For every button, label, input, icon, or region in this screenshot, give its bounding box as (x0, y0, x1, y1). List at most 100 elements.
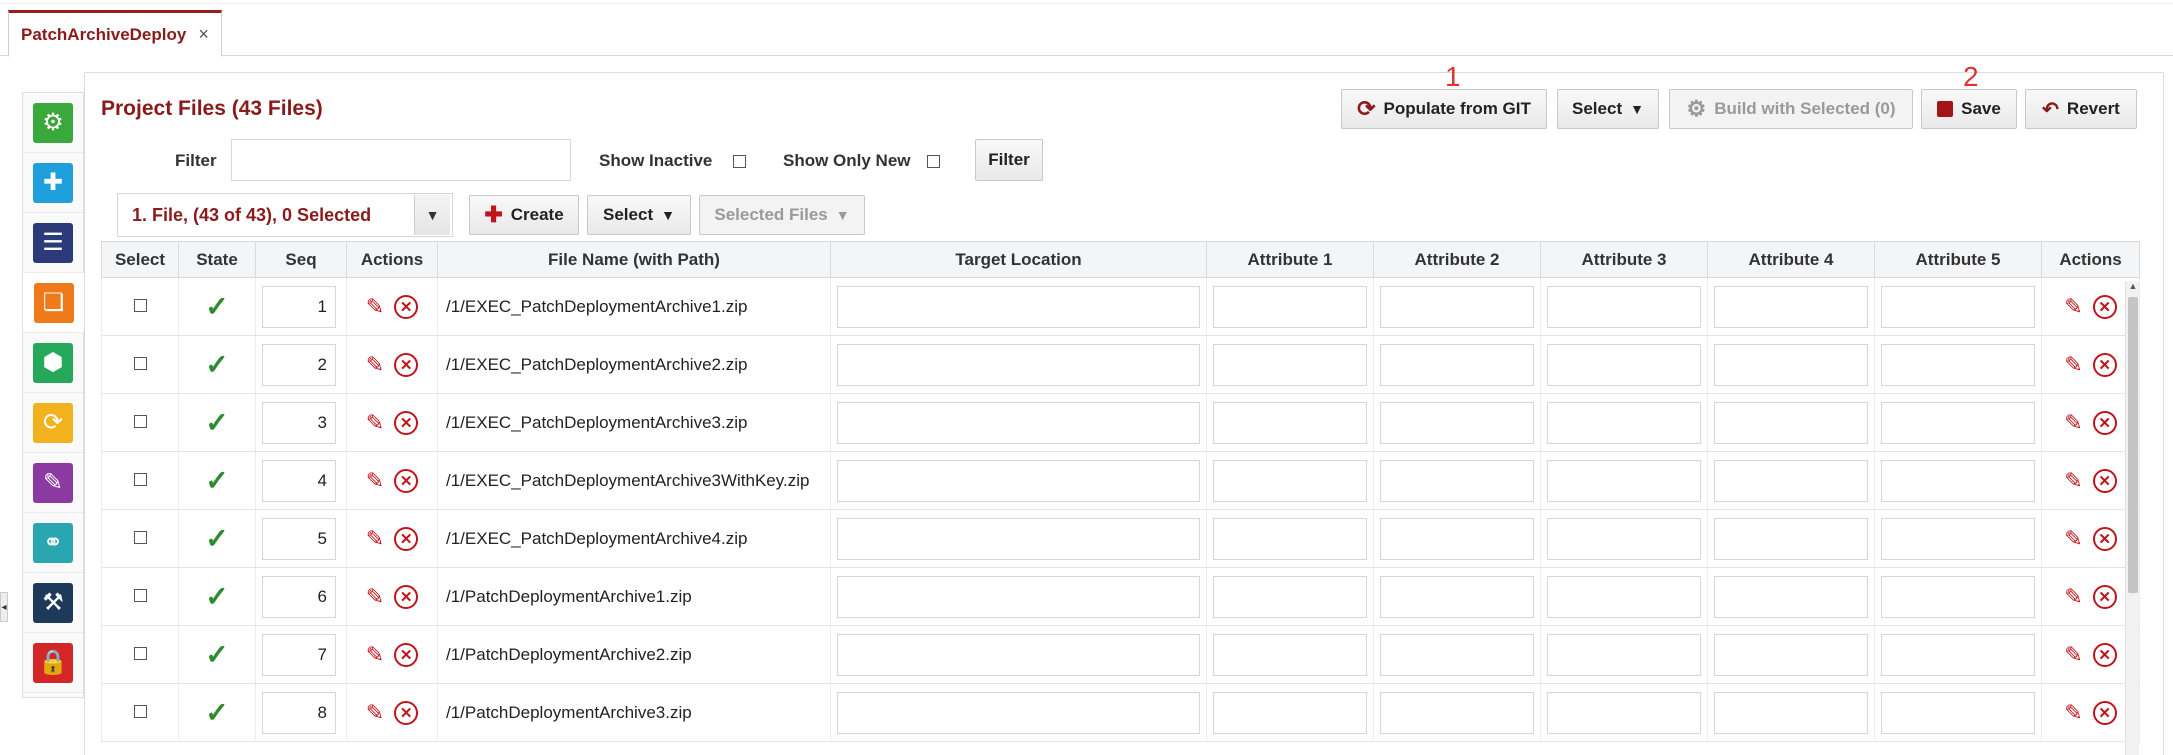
pencil-icon[interactable]: ✎ (366, 700, 384, 726)
pencil-icon[interactable]: ✎ (366, 410, 384, 436)
seq-input[interactable]: 4 (262, 459, 336, 502)
revert-button[interactable]: ↶ Revert (2025, 89, 2137, 129)
pencil-icon[interactable]: ✎ (2064, 410, 2082, 436)
delete-circle-icon[interactable]: ✕ (2092, 642, 2117, 667)
scroll-thumb[interactable] (2128, 297, 2138, 593)
column-header[interactable]: Select (101, 241, 179, 278)
table-row[interactable]: ✓ 4 ✎ ✕/1/EXEC_PatchDeploymentArchive3WithK… (101, 451, 2140, 510)
attribute-3-input[interactable] (1547, 343, 1701, 386)
delete-circle-icon[interactable]: ✕ (2092, 468, 2117, 493)
delete-circle-icon[interactable]: ✕ (394, 526, 419, 551)
delete-circle-icon[interactable]: ✕ (394, 468, 419, 493)
filter-button[interactable]: Filter (975, 139, 1043, 181)
populate-from-git-button[interactable]: ⟳ Populate from GIT (1341, 89, 1547, 129)
sidebar-item-robot[interactable]: ⚒ (23, 573, 83, 633)
seq-input[interactable]: 6 (262, 575, 336, 618)
column-header[interactable]: Attribute 2 (1373, 241, 1541, 278)
attribute-1-input[interactable] (1213, 285, 1367, 328)
attribute-4-input[interactable] (1714, 575, 1868, 618)
attribute-2-input[interactable] (1380, 459, 1534, 502)
attribute-5-input[interactable] (1881, 691, 2035, 734)
save-button[interactable]: Save (1921, 89, 2017, 129)
target-location-input[interactable] (837, 517, 1200, 560)
delete-circle-icon[interactable]: ✕ (2092, 584, 2117, 609)
seq-input[interactable]: 3 (262, 401, 336, 444)
attribute-3-input[interactable] (1547, 285, 1701, 328)
delete-circle-icon[interactable]: ✕ (394, 410, 419, 435)
table-row[interactable]: ✓ 6 ✎ ✕/1/PatchDeploymentArchive1.zip ✎ ✕ (101, 567, 2140, 626)
attribute-5-input[interactable] (1881, 459, 2035, 502)
row-select-checkbox[interactable] (133, 704, 147, 718)
attribute-1-input[interactable] (1213, 343, 1367, 386)
row-select-checkbox[interactable] (133, 588, 147, 602)
attribute-2-input[interactable] (1380, 285, 1534, 328)
show-only-new-checkbox[interactable] (927, 155, 940, 168)
column-header[interactable]: Attribute 4 (1707, 241, 1875, 278)
close-icon[interactable]: × (198, 24, 209, 45)
delete-circle-icon[interactable]: ✕ (394, 642, 419, 667)
row-select-checkbox[interactable] (133, 356, 147, 370)
sidebar-item-list[interactable]: ☰ (23, 213, 83, 273)
sidebar-item-package[interactable]: ⬢ (23, 333, 83, 393)
table-row[interactable]: ✓ 8 ✎ ✕/1/PatchDeploymentArchive3.zip ✎ ✕ (101, 683, 2140, 742)
pencil-icon[interactable]: ✎ (2064, 352, 2082, 378)
pencil-icon[interactable]: ✎ (2064, 584, 2082, 610)
create-button[interactable]: ✚ Create (469, 195, 579, 235)
delete-circle-icon[interactable]: ✕ (2092, 410, 2117, 435)
sidebar-item-sync[interactable]: ⟳ (23, 393, 83, 453)
target-location-input[interactable] (837, 633, 1200, 676)
attribute-1-input[interactable] (1213, 517, 1367, 560)
attribute-2-input[interactable] (1380, 575, 1534, 618)
attribute-3-input[interactable] (1547, 575, 1701, 618)
seq-input[interactable]: 5 (262, 517, 336, 560)
delete-circle-icon[interactable]: ✕ (2092, 526, 2117, 551)
attribute-5-input[interactable] (1881, 517, 2035, 560)
file-set-dropdown[interactable]: 1. File, (43 of 43), 0 Selected ▼ (117, 193, 453, 237)
attribute-4-input[interactable] (1714, 401, 1868, 444)
delete-circle-icon[interactable]: ✕ (2092, 700, 2117, 725)
attribute-4-input[interactable] (1714, 459, 1868, 502)
table-row[interactable]: ✓ 2 ✎ ✕/1/EXEC_PatchDeploymentArchive2.zip ✎… (101, 335, 2140, 394)
attribute-1-input[interactable] (1213, 633, 1367, 676)
filter-input[interactable] (231, 139, 571, 181)
table-scrollbar[interactable]: ▲ (2125, 281, 2139, 755)
attribute-4-input[interactable] (1714, 633, 1868, 676)
scroll-up-arrow-icon[interactable]: ▲ (2126, 281, 2140, 295)
pencil-icon[interactable]: ✎ (366, 468, 384, 494)
attribute-1-input[interactable] (1213, 691, 1367, 734)
caret-down-icon[interactable]: ▼ (414, 195, 450, 235)
row-select-checkbox[interactable] (133, 646, 147, 660)
pencil-icon[interactable]: ✎ (2064, 642, 2082, 668)
attribute-4-input[interactable] (1714, 517, 1868, 560)
show-inactive-checkbox[interactable] (733, 155, 746, 168)
table-row[interactable]: ✓ 1 ✎ ✕/1/EXEC_PatchDeploymentArchive1.zip ✎… (101, 277, 2140, 336)
pencil-icon[interactable]: ✎ (366, 294, 384, 320)
attribute-1-input[interactable] (1213, 459, 1367, 502)
sidebar-item-network[interactable]: ⚭ (23, 513, 83, 573)
target-location-input[interactable] (837, 459, 1200, 502)
pencil-icon[interactable]: ✎ (2064, 294, 2082, 320)
attribute-1-input[interactable] (1213, 401, 1367, 444)
table-row[interactable]: ✓ 5 ✎ ✕/1/EXEC_PatchDeploymentArchive4.zip ✎… (101, 509, 2140, 568)
column-header[interactable]: Actions (346, 241, 438, 278)
attribute-2-input[interactable] (1380, 401, 1534, 444)
seq-input[interactable]: 1 (262, 285, 336, 328)
attribute-3-input[interactable] (1547, 459, 1701, 502)
column-header[interactable]: Seq (255, 241, 347, 278)
seq-input[interactable]: 2 (262, 343, 336, 386)
target-location-input[interactable] (837, 691, 1200, 734)
attribute-5-input[interactable] (1881, 401, 2035, 444)
delete-circle-icon[interactable]: ✕ (2092, 352, 2117, 377)
attribute-4-input[interactable] (1714, 285, 1868, 328)
attribute-4-input[interactable] (1714, 691, 1868, 734)
pencil-icon[interactable]: ✎ (2064, 526, 2082, 552)
collapse-handle[interactable]: ◂ (0, 592, 8, 622)
pencil-icon[interactable]: ✎ (366, 642, 384, 668)
delete-circle-icon[interactable]: ✕ (394, 352, 419, 377)
build-with-selected-button[interactable]: ⚙ Build with Selected (0) (1669, 89, 1913, 129)
attribute-2-input[interactable] (1380, 343, 1534, 386)
seq-input[interactable]: 8 (262, 691, 336, 734)
target-location-input[interactable] (837, 401, 1200, 444)
delete-circle-icon[interactable]: ✕ (2092, 294, 2117, 319)
sidebar-item-files[interactable]: ❏ (23, 273, 85, 333)
